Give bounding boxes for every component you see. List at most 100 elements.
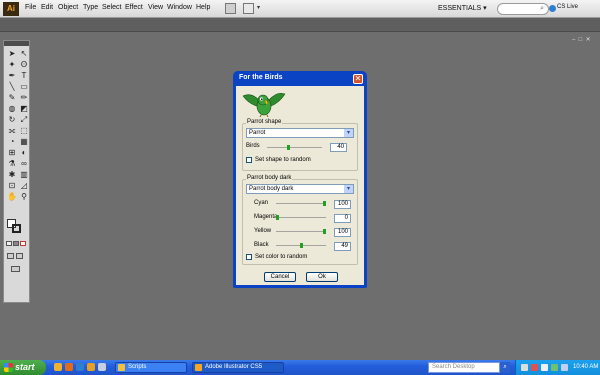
width-tool-icon[interactable]: ⟗	[7, 126, 17, 135]
arrange-documents-icon[interactable]	[243, 3, 254, 14]
blob-brush-tool-icon[interactable]: ◍	[7, 104, 17, 113]
menu-view[interactable]: View	[148, 4, 163, 11]
menu-edit[interactable]: Edit	[41, 4, 53, 11]
hand-tool-icon[interactable]: ✋	[7, 192, 17, 201]
menu-window[interactable]: Window	[167, 4, 192, 11]
close-icon[interactable]: ✕	[353, 74, 363, 84]
pencil-tool-icon[interactable]: ✏	[19, 93, 29, 102]
eyedropper-tool-icon[interactable]: ⚗	[7, 159, 17, 168]
pen-tool-icon[interactable]: ✒	[7, 71, 17, 80]
parrot-color-group: Parrot body dark Parrot body dark ▾ Cyan…	[242, 175, 358, 265]
direct-selection-tool-icon[interactable]: ↖	[19, 49, 29, 58]
menu-type[interactable]: Type	[83, 4, 98, 11]
task-scripts[interactable]: Scripts	[115, 362, 187, 373]
line-tool-icon[interactable]: ╲	[7, 82, 17, 91]
draw-normal-button[interactable]	[7, 253, 14, 259]
cyan-slider-thumb[interactable]	[323, 201, 326, 206]
folder-icon	[118, 364, 125, 371]
start-button[interactable]: start	[0, 360, 46, 375]
magenta-value-field[interactable]: 0	[334, 214, 351, 223]
start-label: start	[15, 362, 35, 372]
selection-tool-icon[interactable]: ➤	[7, 49, 17, 58]
magenta-slider-track[interactable]	[276, 217, 326, 218]
birds-slider-thumb[interactable]	[287, 145, 290, 150]
shape-builder-tool-icon[interactable]: ◔	[7, 137, 17, 146]
menu-help[interactable]: Help	[196, 4, 210, 11]
column-graph-tool-icon[interactable]: ▥	[19, 170, 29, 179]
artboard-tool-icon[interactable]: ⊡	[7, 181, 17, 190]
magic-wand-tool-icon[interactable]: ✦	[7, 60, 17, 69]
perspective-grid-tool-icon[interactable]: ▦	[19, 137, 29, 146]
mesh-tool-icon[interactable]: ⊞	[7, 148, 17, 157]
tools-panel-header[interactable]	[4, 41, 29, 46]
quicklaunch-desktop-icon[interactable]	[98, 363, 106, 371]
quicklaunch-firefox-icon[interactable]	[65, 363, 73, 371]
menu-object[interactable]: Object	[58, 4, 78, 11]
window-controls[interactable]: – □ ✕	[572, 36, 591, 43]
lasso-tool-icon[interactable]: ʘ	[19, 60, 29, 69]
rotate-tool-icon[interactable]: ↻	[7, 115, 17, 124]
tray-shield-icon[interactable]	[531, 364, 538, 371]
free-transform-tool-icon[interactable]: ⬚	[19, 126, 29, 135]
workspace-label: ESSENTIALS	[438, 5, 482, 12]
paintbrush-tool-icon[interactable]: ✎	[7, 93, 17, 102]
cyan-value-field[interactable]: 100	[334, 200, 351, 209]
ok-button[interactable]: Ok	[306, 272, 338, 282]
black-slider-thumb[interactable]	[300, 243, 303, 248]
cancel-button[interactable]: Cancel	[264, 272, 296, 282]
chevron-down-icon: ▾	[344, 129, 353, 137]
slice-tool-icon[interactable]: ◿	[19, 181, 29, 190]
draw-behind-button[interactable]	[16, 253, 23, 259]
gradient-mode-button[interactable]	[13, 241, 19, 246]
birds-slider-track[interactable]	[267, 147, 322, 148]
clock: 10:40 AM	[573, 364, 599, 370]
menu-file[interactable]: File	[25, 4, 36, 11]
quicklaunch-illustrator-icon[interactable]	[87, 363, 95, 371]
task-illustrator[interactable]: Adobe Illustrator CS5	[192, 362, 284, 373]
gradient-tool-icon[interactable]: ◐	[19, 148, 29, 157]
none-mode-button[interactable]	[20, 241, 26, 246]
type-tool-icon[interactable]: T	[19, 71, 29, 80]
desktop-search-input[interactable]: Search Desktop	[428, 362, 500, 373]
magenta-slider-thumb[interactable]	[276, 215, 279, 220]
color-select[interactable]: Parrot body dark ▾	[246, 184, 354, 194]
eraser-tool-icon[interactable]: ◩	[19, 104, 29, 113]
quicklaunch-folder-icon[interactable]	[54, 363, 62, 371]
random-shape-label: Set shape to random	[255, 157, 311, 163]
bridge-icon[interactable]	[225, 3, 236, 14]
black-value-field[interactable]: 49	[334, 242, 351, 251]
tray-volume-icon[interactable]	[541, 364, 548, 371]
cs-live-icon[interactable]	[549, 5, 556, 12]
help-search-input[interactable]: ⌕	[497, 3, 549, 15]
tray-network-icon[interactable]	[551, 364, 558, 371]
workspace-switcher[interactable]: ESSENTIALS ▾	[438, 4, 487, 12]
zoom-tool-icon[interactable]: ⚲	[19, 192, 29, 201]
quicklaunch-ie-icon[interactable]	[76, 363, 84, 371]
shape-select[interactable]: Parrot ▾	[246, 128, 354, 138]
tray-help-icon[interactable]	[521, 364, 528, 371]
blend-tool-icon[interactable]: ∞	[19, 159, 29, 168]
menu-bar: Ai File Edit Object Type Select Effect V…	[0, 0, 600, 18]
menu-select[interactable]: Select	[102, 4, 121, 11]
chevron-down-icon[interactable]: ▾	[257, 4, 260, 11]
random-shape-checkbox[interactable]	[246, 157, 252, 163]
screen-mode-button[interactable]	[11, 266, 20, 272]
random-color-label: Set color to random	[255, 254, 308, 260]
stroke-swatch[interactable]	[12, 224, 21, 233]
symbol-sprayer-tool-icon[interactable]: ✱	[7, 170, 17, 179]
yellow-slider-track[interactable]	[276, 231, 326, 232]
yellow-slider-thumb[interactable]	[323, 229, 326, 234]
color-mode-button[interactable]	[6, 241, 12, 246]
cyan-slider-track[interactable]	[276, 203, 326, 204]
random-color-checkbox[interactable]	[246, 254, 252, 260]
cyan-label: Cyan	[254, 200, 269, 206]
yellow-value-field[interactable]: 100	[334, 228, 351, 237]
tray-monitor-icon[interactable]	[561, 364, 568, 371]
scale-tool-icon[interactable]: ⤢	[19, 115, 29, 124]
rectangle-tool-icon[interactable]: ▭	[19, 82, 29, 91]
cs-live-label[interactable]: CS Live	[557, 4, 578, 10]
control-bar: – □ ✕	[0, 18, 600, 43]
menu-effect[interactable]: Effect	[125, 4, 143, 11]
search-icon[interactable]: ⌕	[500, 362, 510, 373]
birds-value-field[interactable]: 40	[330, 143, 347, 152]
